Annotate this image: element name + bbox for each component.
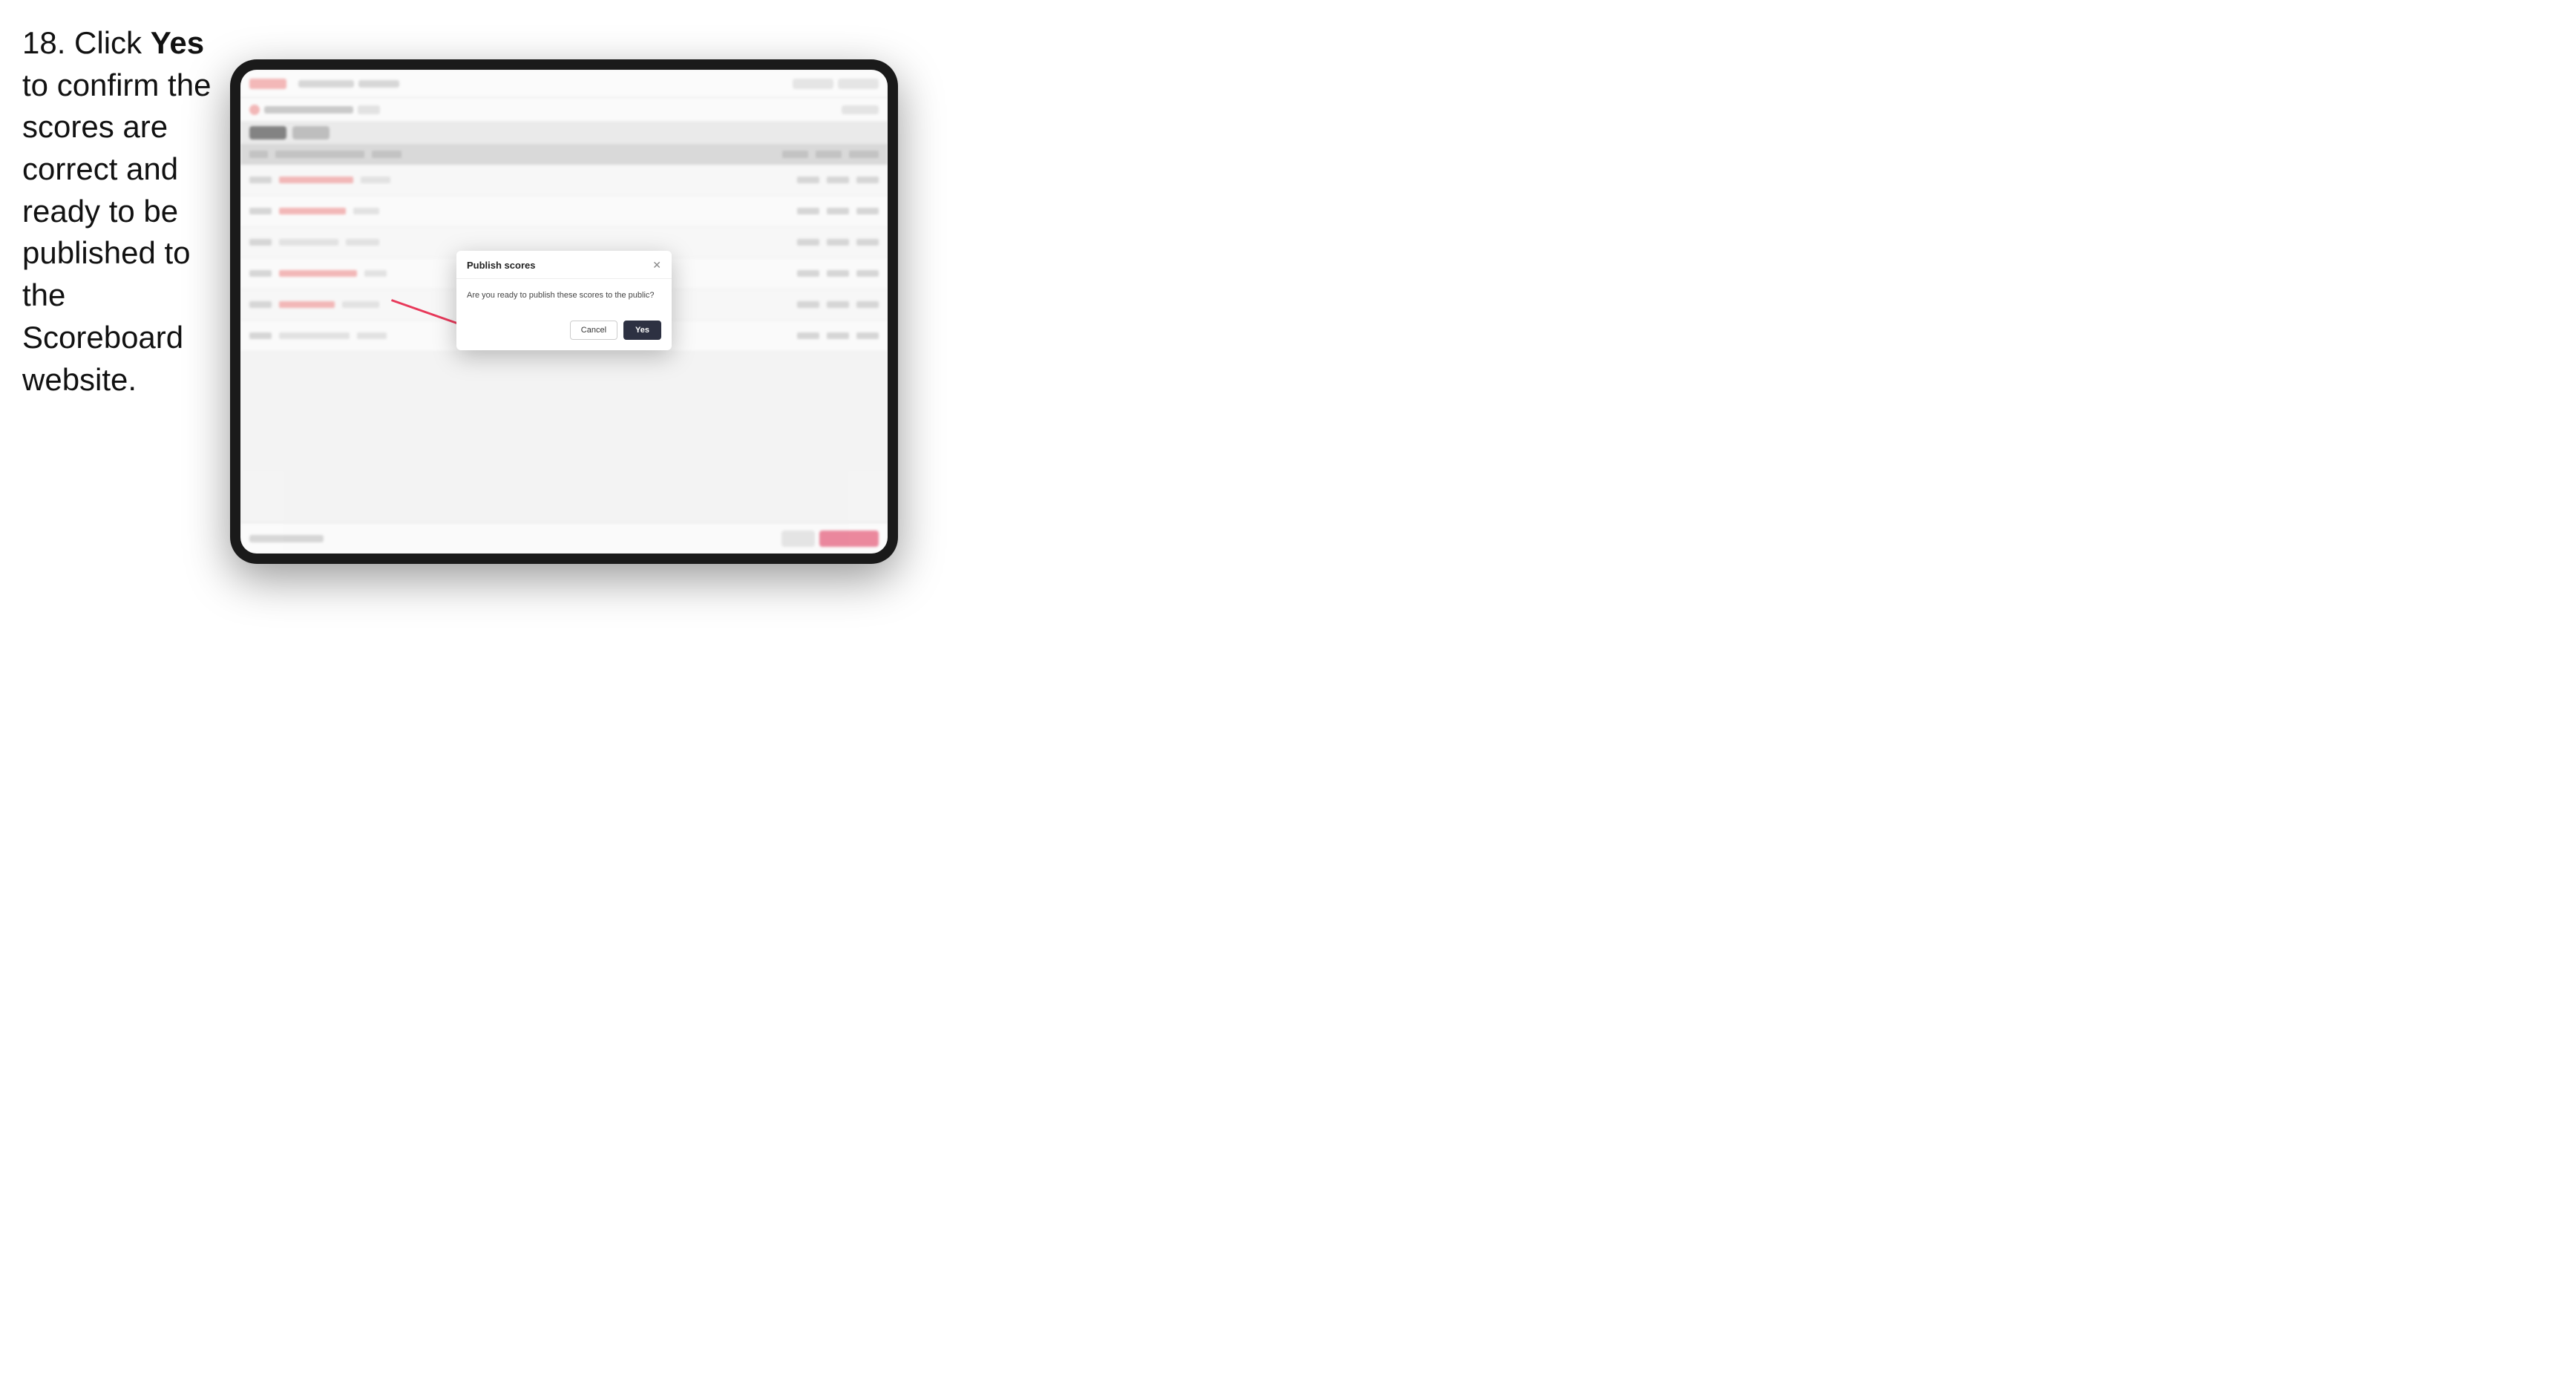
close-icon[interactable]: ✕ [652, 260, 661, 270]
modal-title: Publish scores [467, 260, 535, 271]
modal-overlay: Publish scores ✕ Are you ready to publis… [240, 70, 888, 554]
yes-button[interactable]: Yes [623, 321, 661, 340]
publish-scores-dialog: Publish scores ✕ Are you ready to publis… [456, 251, 672, 351]
modal-header: Publish scores ✕ [456, 251, 672, 279]
tablet-frame: Publish scores ✕ Are you ready to publis… [230, 59, 898, 564]
step-number: 18. [22, 25, 65, 60]
modal-message: Are you ready to publish these scores to… [467, 289, 661, 302]
cancel-button[interactable]: Cancel [570, 321, 617, 340]
bold-yes: Yes [151, 25, 204, 60]
instruction-text: 18. Click Yes to confirm the scores are … [22, 22, 230, 401]
modal-footer: Cancel Yes [456, 315, 672, 350]
tablet-screen: Publish scores ✕ Are you ready to publis… [240, 70, 888, 554]
modal-body: Are you ready to publish these scores to… [456, 279, 672, 315]
instruction-content: Click Yes to confirm the scores are corr… [22, 25, 211, 397]
